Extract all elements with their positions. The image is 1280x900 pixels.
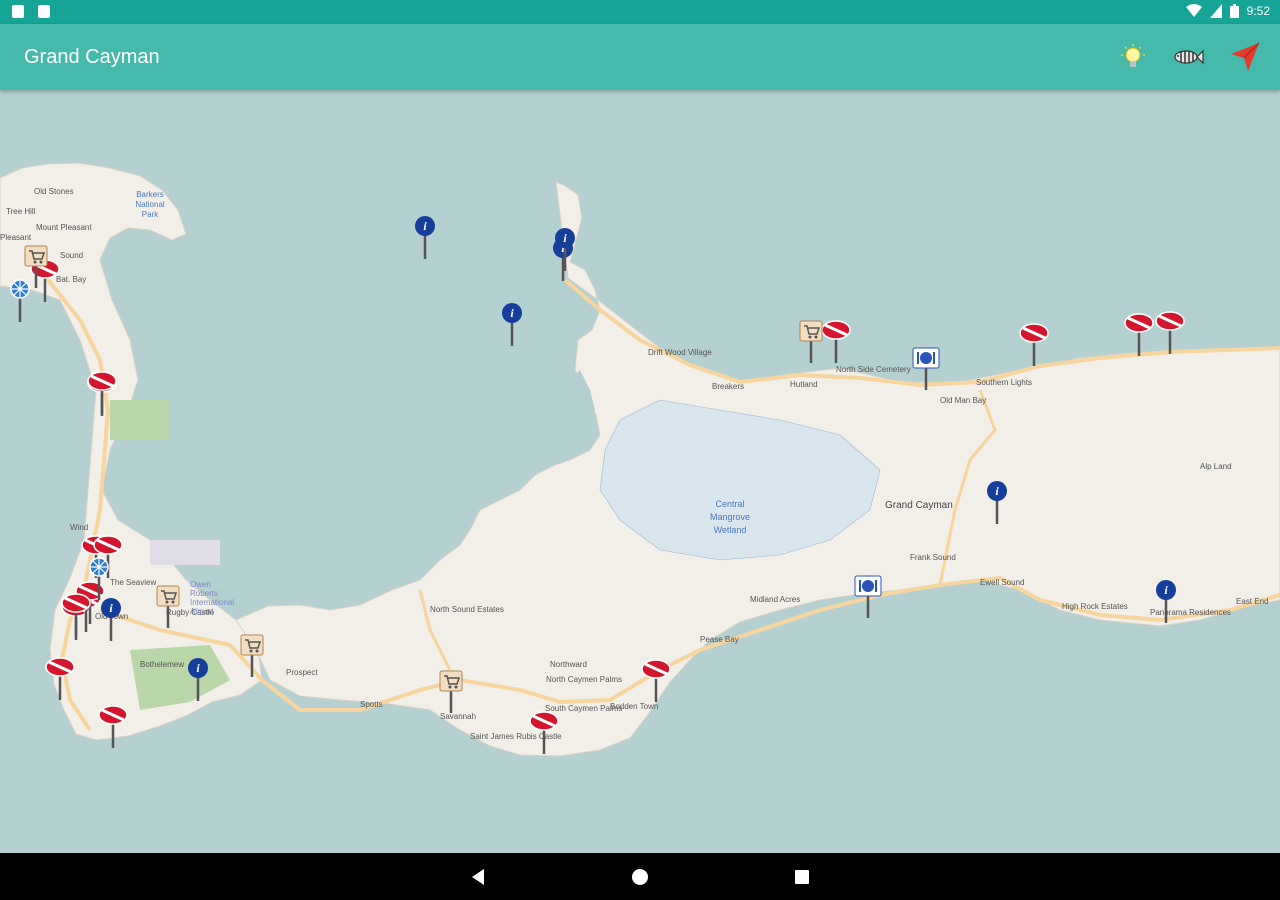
info-marker[interactable]: i <box>183 657 213 703</box>
recents-icon <box>795 870 809 884</box>
dive-marker[interactable] <box>1124 312 1154 358</box>
info-marker[interactable]: i <box>550 227 580 273</box>
dive-marker[interactable] <box>641 658 671 704</box>
navigate-button[interactable] <box>1229 41 1261 73</box>
place-label: Bothelemew <box>140 660 185 669</box>
status-bar: 9:52 <box>0 0 1280 24</box>
app-bar: Grand Cayman <box>0 24 1280 90</box>
back-icon <box>472 869 484 885</box>
recents-button[interactable] <box>792 867 812 887</box>
shop-marker[interactable] <box>237 633 267 679</box>
place-label: Spotts <box>360 700 383 709</box>
wifi-icon <box>1185 4 1202 17</box>
dive-marker[interactable] <box>1019 322 1049 368</box>
place-label: Prospect <box>286 668 318 677</box>
dive-marker[interactable] <box>45 656 75 702</box>
place-label: Wind <box>70 523 89 532</box>
place-label: Hutland <box>790 380 818 389</box>
restaurant-marker[interactable] <box>911 346 941 392</box>
info-marker[interactable]: i <box>96 597 126 643</box>
place-label: Midland Acres <box>750 595 801 604</box>
sd-card-icon <box>12 5 24 18</box>
place-label: Northward <box>550 660 587 669</box>
place-label: Grand Cayman <box>885 500 953 511</box>
place-label: Tree Hill <box>6 207 36 216</box>
place-label: Southern Lights <box>976 378 1033 387</box>
dive-marker[interactable] <box>98 704 128 750</box>
info-marker[interactable]: i <box>982 480 1012 526</box>
park-area <box>110 400 170 440</box>
nav-bar <box>0 853 1280 900</box>
place-label: East End <box>1236 597 1269 606</box>
battery-icon <box>1229 4 1239 18</box>
notification-icon <box>38 5 50 18</box>
lightbulb-icon <box>1121 44 1145 67</box>
info-marker[interactable]: i <box>1151 579 1181 625</box>
place-label: Bat. Bay <box>56 275 87 284</box>
shop-marker[interactable] <box>436 669 466 715</box>
place-label: Pease Bay <box>700 635 739 644</box>
home-icon <box>632 869 648 885</box>
navigate-icon <box>1231 42 1260 71</box>
marina-marker[interactable] <box>84 556 114 602</box>
dive-marker[interactable] <box>87 370 117 416</box>
marina-marker[interactable] <box>5 278 35 324</box>
shop-marker[interactable] <box>796 319 826 365</box>
dive-marker[interactable] <box>1155 310 1185 356</box>
place-label: North Side Cemetery <box>836 365 911 374</box>
place-label: Old Man Bay <box>940 396 987 405</box>
place-label: Breakers <box>712 382 745 391</box>
shop-marker[interactable] <box>153 584 183 630</box>
airport-area <box>150 540 220 565</box>
place-label: North Caymen Palms <box>546 675 623 684</box>
place-label: Owen Roberts International Airport <box>190 580 235 616</box>
signal-icon <box>1209 4 1222 18</box>
place-label: North Sound Estates <box>430 605 504 614</box>
park-label: Barkers National Park <box>135 190 165 219</box>
place-label: Drift Wood Village <box>648 348 712 357</box>
app-title: Grand Cayman <box>24 46 160 68</box>
place-label: Mount Pleasant <box>36 223 92 232</box>
fish-icon <box>1174 49 1204 65</box>
map-base <box>0 162 1280 757</box>
lightbulb-button[interactable] <box>1117 41 1149 73</box>
map-view[interactable]: Old Stones Tree Hill Mount Pleasant Plea… <box>0 90 1280 853</box>
place-label: Sound <box>60 251 84 260</box>
place-label: High Rock Estates <box>1062 602 1128 611</box>
home-button[interactable] <box>630 867 650 887</box>
place-label: Ewell Sound <box>980 578 1025 587</box>
place-label: Alp Land <box>1200 462 1232 471</box>
back-button[interactable] <box>468 867 488 887</box>
place-label: Pleasant <box>0 233 32 242</box>
status-time: 9:52 <box>1246 4 1270 18</box>
info-marker[interactable]: i <box>497 302 527 348</box>
place-label: Old Stones <box>34 187 74 196</box>
fish-button[interactable] <box>1172 41 1204 73</box>
restaurant-marker[interactable] <box>853 574 883 620</box>
info-marker[interactable]: i <box>410 215 440 261</box>
dive-marker[interactable] <box>529 710 559 756</box>
wetland-label: Central Mangrove Wetland <box>709 499 751 535</box>
place-label: Frank Sound <box>910 553 956 562</box>
